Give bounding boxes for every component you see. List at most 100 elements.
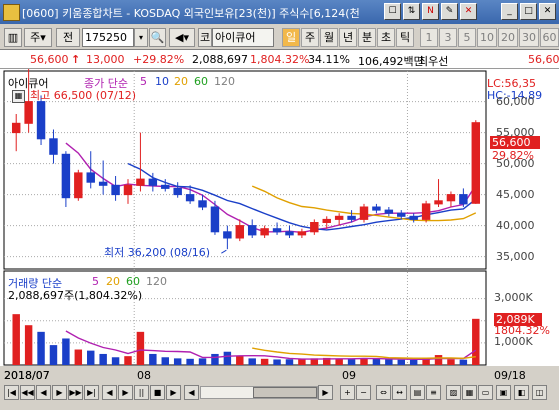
close-button[interactable]: ✕ bbox=[539, 3, 556, 20]
tab-second[interactable]: 초 bbox=[377, 28, 395, 47]
maximize-button[interactable]: □ bbox=[520, 3, 537, 20]
play-forward-icon[interactable]: ▶ bbox=[118, 385, 133, 400]
tab-monthly[interactable]: 월 bbox=[320, 28, 338, 47]
grid-icon[interactable]: ▦ bbox=[462, 385, 477, 400]
tab-n60[interactable]: 60 bbox=[540, 28, 559, 47]
first-icon[interactable]: |◀ bbox=[4, 385, 19, 400]
candle-body bbox=[136, 178, 145, 186]
last-icon[interactable]: ▶| bbox=[84, 385, 99, 400]
rewind-icon[interactable]: ◀◀ bbox=[20, 385, 35, 400]
calendar-icon[interactable]: ▦ bbox=[12, 90, 25, 103]
volume-bar bbox=[74, 349, 83, 365]
candle-body bbox=[111, 184, 120, 196]
list-icon[interactable]: ≡ bbox=[426, 385, 441, 400]
vol-tick-1000: 1,000K bbox=[494, 335, 533, 348]
app-icon bbox=[3, 4, 20, 21]
window-arrange-button[interactable]: ⇅ bbox=[403, 3, 420, 20]
forward-icon[interactable]: ▶▶ bbox=[68, 385, 83, 400]
window-pin-button[interactable]: ☐ bbox=[384, 3, 401, 20]
volume-bar bbox=[248, 358, 256, 365]
expand-icon[interactable]: ↔ bbox=[392, 385, 407, 400]
tab-n3[interactable]: 3 bbox=[439, 28, 457, 47]
candle-body bbox=[74, 172, 83, 199]
best-quote-value: 56,60 bbox=[528, 53, 559, 66]
volume-value: 2,088,697 bbox=[192, 53, 248, 66]
volume-bar bbox=[49, 345, 58, 365]
play-icon[interactable]: ◀ bbox=[102, 385, 117, 400]
tab-n1[interactable]: 1 bbox=[420, 28, 438, 47]
candle-body bbox=[297, 231, 307, 236]
chart-canvas[interactable] bbox=[0, 69, 559, 366]
turnover-rate: 34.11% bbox=[308, 53, 350, 66]
scroll-thumb[interactable] bbox=[253, 387, 317, 398]
code-dropdown-button[interactable]: ▾ bbox=[134, 28, 148, 47]
play-right-icon[interactable]: ▶ bbox=[166, 385, 181, 400]
pause-icon[interactable]: || bbox=[134, 385, 149, 400]
window-edit-button[interactable]: ✎ bbox=[441, 3, 458, 20]
market-tag: 코 bbox=[198, 28, 212, 47]
current-price: 56,600 bbox=[30, 53, 69, 66]
price-tick-label: 55,000 bbox=[496, 125, 535, 139]
high-price-annotation: 최고 66,500 (07/12) bbox=[30, 89, 137, 102]
candle-body bbox=[372, 206, 381, 211]
candle-body bbox=[397, 212, 406, 217]
tab-n10[interactable]: 10 bbox=[477, 28, 497, 47]
minimize-button[interactable]: _ bbox=[501, 3, 518, 20]
tab-daily[interactable]: 일 bbox=[282, 28, 300, 47]
speaker-icon[interactable]: ◀▾ bbox=[169, 28, 195, 47]
candle-body bbox=[36, 101, 46, 140]
window-icon[interactable]: ▣ bbox=[496, 385, 511, 400]
mode-select[interactable]: 주▾ bbox=[24, 28, 52, 47]
period-button[interactable]: 전 bbox=[56, 28, 80, 47]
volume-bar bbox=[298, 359, 306, 365]
candle-body bbox=[148, 178, 158, 186]
candle-body bbox=[247, 225, 257, 236]
tab-n30[interactable]: 30 bbox=[519, 28, 539, 47]
scroll-right-icon[interactable]: ▶ bbox=[318, 385, 333, 400]
zoom-in-icon[interactable]: + bbox=[340, 385, 355, 400]
stock-name-field[interactable]: 아이큐어 bbox=[212, 28, 274, 47]
title-bar: [0600] 키움종합차트 - KOSDAQ 외국인보유[23(천)] 주식수[… bbox=[0, 0, 559, 24]
window-x-button[interactable]: ✕ bbox=[460, 3, 477, 20]
window-n-button[interactable]: N bbox=[422, 3, 439, 20]
search-icon[interactable]: 🔍 bbox=[149, 28, 166, 47]
scroll-left-icon[interactable]: ◀ bbox=[184, 385, 199, 400]
scroll-track[interactable] bbox=[200, 386, 318, 399]
price-tick-label: 35,000 bbox=[496, 249, 535, 263]
tab-weekly[interactable]: 주 bbox=[301, 28, 319, 47]
candle-body bbox=[210, 206, 220, 233]
tab-minute[interactable]: 분 bbox=[358, 28, 376, 47]
stop-icon[interactable]: ■ bbox=[150, 385, 165, 400]
prev-icon[interactable]: ◀ bbox=[36, 385, 51, 400]
overlay-icon[interactable]: ▨ bbox=[446, 385, 461, 400]
stock-code-input[interactable]: 175250 bbox=[82, 28, 134, 47]
print-icon[interactable]: ▭ bbox=[478, 385, 493, 400]
next-icon[interactable]: ▶ bbox=[52, 385, 67, 400]
tab-n20[interactable]: 20 bbox=[498, 28, 518, 47]
volume-bar bbox=[124, 356, 132, 365]
settings-icon[interactable]: ▤ bbox=[410, 385, 425, 400]
price-tick-label: 45,000 bbox=[496, 187, 535, 201]
volume-bar bbox=[186, 358, 194, 365]
tab-n5[interactable]: 5 bbox=[458, 28, 476, 47]
candle-body bbox=[285, 231, 294, 236]
vol-tick-3000: 3,000K bbox=[494, 291, 533, 304]
volume-bar bbox=[285, 359, 294, 365]
split-view-icon[interactable]: ▥ bbox=[4, 28, 22, 47]
chart-area[interactable]: 아이큐어 종가 단순 5 10 20 60 120 ▦ 최고 66,500 (0… bbox=[0, 69, 559, 382]
best-quote-tag: 최우선 bbox=[418, 55, 449, 68]
volume-bar bbox=[211, 353, 219, 365]
candle-body bbox=[446, 194, 456, 202]
save-icon[interactable]: ◫ bbox=[532, 385, 547, 400]
vol-ma20-line bbox=[252, 347, 476, 360]
fit-icon[interactable]: ⇔ bbox=[376, 385, 391, 400]
candle-body bbox=[11, 122, 21, 134]
toolbar: ▥ 주▾ 전 175250 ▾ 🔍 ◀▾ 코 아이큐어 일 주 월 년 분 초 … bbox=[0, 24, 559, 50]
zoom-out-icon[interactable]: − bbox=[356, 385, 371, 400]
tab-yearly[interactable]: 년 bbox=[339, 28, 357, 47]
tab-tick[interactable]: 틱 bbox=[396, 28, 414, 47]
ma20-label: 20 bbox=[174, 75, 188, 88]
volume-bar bbox=[236, 356, 244, 365]
resize-icon[interactable]: ◧ bbox=[514, 385, 529, 400]
vol-ma5-line bbox=[65, 330, 477, 360]
